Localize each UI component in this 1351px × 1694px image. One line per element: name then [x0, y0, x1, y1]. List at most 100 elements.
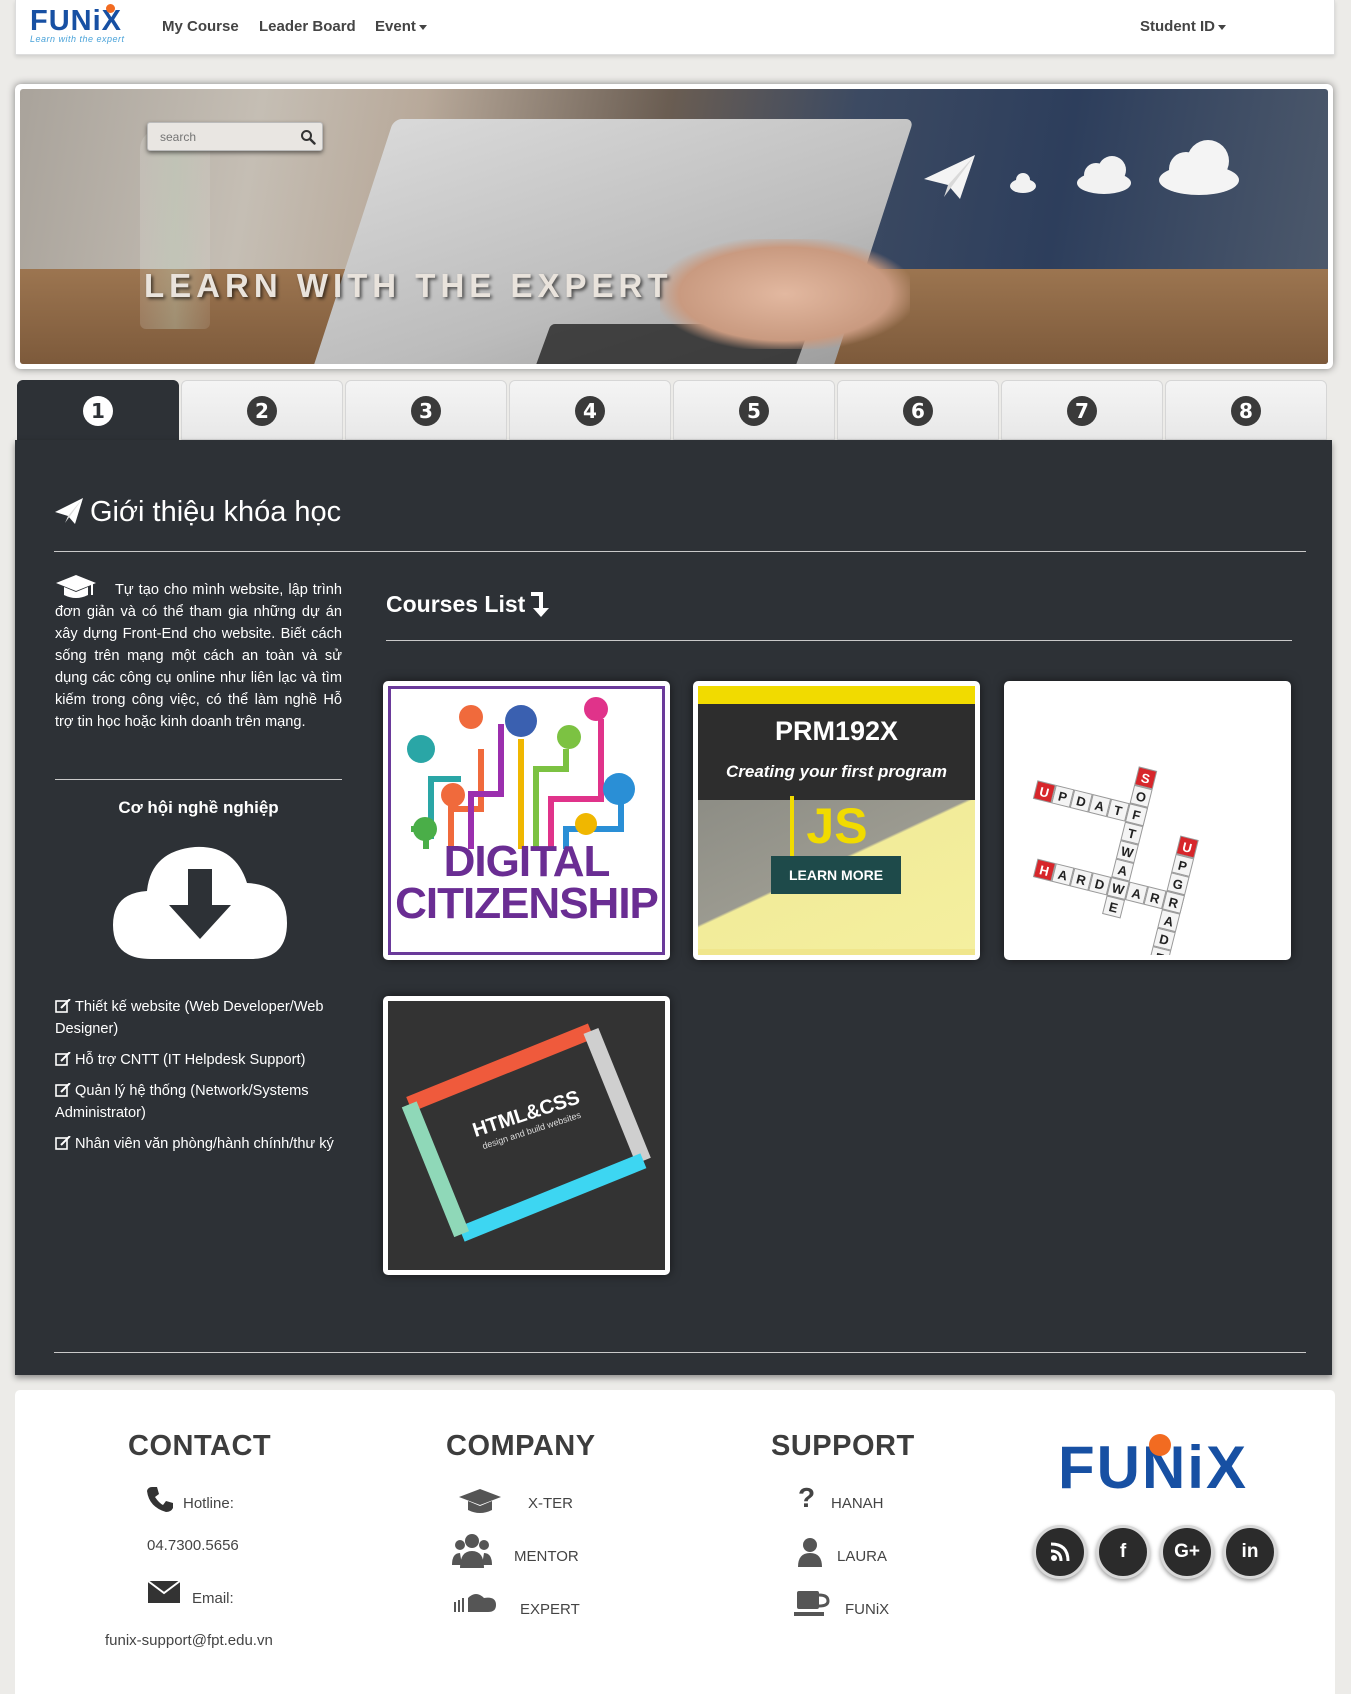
job-label: Nhân viên văn phòng/hành chính/thư ký: [75, 1136, 334, 1152]
tab-3[interactable]: 3: [345, 380, 507, 440]
support-heading: SUPPORT: [771, 1430, 915, 1462]
tab-number: 6: [903, 396, 933, 426]
contact-heading: CONTACT: [128, 1430, 272, 1462]
nav-my-course[interactable]: My Course: [162, 18, 239, 35]
support-link-hanah[interactable]: HANAH: [831, 1495, 884, 1512]
support-link-laura[interactable]: LAURA: [837, 1548, 887, 1565]
footer-logo-dot: [1149, 1434, 1171, 1456]
tab-2[interactable]: 2: [181, 380, 343, 440]
nav-student-id-label: Student ID: [1140, 18, 1215, 35]
top-navbar: FUNiX Learn with the expert My Course Le…: [15, 0, 1335, 55]
word-cube-art: UPDATESOFTWAREHARDWAREUPGRADE: [1032, 766, 1199, 955]
company-link-xter[interactable]: X-TER: [528, 1495, 573, 1512]
job-label: Hỗ trợ CNTT (IT Helpdesk Support): [75, 1052, 306, 1068]
graduation-cap-icon: [56, 575, 96, 598]
search-input[interactable]: [148, 123, 288, 150]
job-label: Thiết kế website (Web Developer/Web Desi…: [55, 999, 324, 1037]
list-item: Hỗ trợ CNTT (IT Helpdesk Support): [55, 1049, 345, 1071]
tab-number: 8: [1231, 396, 1261, 426]
divider: [386, 640, 1292, 641]
course-thumbnail: DIGITAL CITIZENSHIP: [388, 686, 665, 955]
course-card-hardware-software[interactable]: UPDATESOFTWAREHARDWAREUPGRADE: [1004, 681, 1291, 960]
company-link-expert[interactable]: EXPERT: [520, 1601, 580, 1618]
hotline-number[interactable]: 04.7300.5656: [147, 1537, 239, 1554]
brand-logo[interactable]: FUNiX Learn with the expert: [30, 4, 145, 51]
google-plus-icon[interactable]: G+: [1160, 1525, 1214, 1579]
tab-6[interactable]: 6: [837, 380, 999, 440]
cloud-icon: [1010, 173, 1036, 193]
tab-number: 5: [739, 396, 769, 426]
paper-plane-icon: [924, 155, 975, 199]
envelope-icon: [147, 1580, 181, 1603]
hotline-label: Hotline:: [183, 1495, 234, 1512]
email-address[interactable]: funix-support@fpt.edu.vn: [105, 1632, 273, 1649]
list-item: Thiết kế website (Web Developer/Web Desi…: [55, 996, 345, 1040]
divider: [54, 551, 1306, 552]
course-panel: Giới thiệu khóa học Tự tạo cho mình webs…: [15, 440, 1332, 1375]
phone-icon: [147, 1487, 173, 1512]
intro-paragraph: Tự tạo cho mình website, lập trình đơn g…: [55, 575, 342, 733]
tab-number: 2: [247, 396, 277, 426]
tab-4[interactable]: 4: [509, 380, 671, 440]
company-heading: COMPANY: [446, 1430, 596, 1462]
edit-icon: [55, 1136, 71, 1150]
course-code: PRM192X: [774, 716, 899, 746]
tab-number: 3: [411, 396, 441, 426]
hero-banner: LEARN WITH THE EXPERT: [15, 84, 1333, 369]
edit-icon: [55, 1052, 71, 1066]
career-list: Thiết kế website (Web Developer/Web Desi…: [55, 996, 345, 1164]
intro-text: Tự tạo cho mình website, lập trình đơn g…: [55, 582, 342, 730]
course-thumbnail: HTML&CSS design and build websites: [388, 1001, 665, 1270]
cloud-icon: [1077, 156, 1131, 194]
company-link-mentor[interactable]: MENTOR: [514, 1548, 579, 1565]
search-icon[interactable]: [300, 129, 316, 145]
learn-more-button[interactable]: LEARN MORE: [771, 856, 901, 894]
course-image-line: CITIZENSHIP: [395, 879, 659, 928]
nav-event-dropdown[interactable]: Event: [375, 18, 427, 35]
yellow-stripe: [698, 686, 975, 704]
users-icon: [452, 1534, 492, 1568]
hands-decor: [660, 239, 910, 349]
course-card-prm192x[interactable]: PRM192X Creating your first program JS L…: [693, 681, 980, 960]
edit-icon: [55, 1083, 71, 1097]
brand-dot: [106, 4, 115, 13]
list-item: Quản lý hệ thống (Network/Systems Admini…: [55, 1080, 345, 1124]
email-label: Email:: [192, 1590, 234, 1607]
course-tabs: 1 2 3 4 5 6 7 8: [17, 380, 1332, 442]
section-title: Giới thiệu khóa học: [54, 496, 341, 529]
courses-list-title-text: Courses List: [386, 591, 526, 617]
course-card-digital-citizenship[interactable]: DIGITAL CITIZENSHIP: [383, 681, 670, 960]
tab-1[interactable]: 1: [17, 380, 179, 442]
divider: [55, 779, 342, 780]
tab-8[interactable]: 8: [1165, 380, 1327, 440]
divider: [54, 1352, 1306, 1353]
cloud-download-icon[interactable]: [111, 833, 289, 961]
arrow-down-icon: [531, 592, 550, 617]
courses-list-title: Courses List: [386, 590, 550, 618]
chevron-down-icon: [1218, 24, 1226, 30]
support-link-funix[interactable]: FUNiX: [845, 1601, 889, 1618]
facebook-icon[interactable]: f: [1096, 1525, 1150, 1579]
coffee-icon: [794, 1591, 830, 1616]
user-icon: [798, 1538, 822, 1567]
digital-citizenship-text: DIGITAL CITIZENSHIP: [391, 840, 662, 928]
tab-7[interactable]: 7: [1001, 380, 1163, 440]
banner-title: LEARN WITH THE EXPERT: [144, 267, 673, 304]
tab-number: 7: [1067, 396, 1097, 426]
linkedin-icon[interactable]: in: [1223, 1525, 1277, 1579]
soundcloud-icon: [454, 1594, 496, 1612]
footer: CONTACT Hotline: 04.7300.5656 Email: fun…: [15, 1390, 1335, 1694]
job-label: Quản lý hệ thống (Network/Systems Admini…: [55, 1083, 309, 1121]
list-item: Nhân viên văn phòng/hành chính/thư ký: [55, 1133, 345, 1155]
rss-icon[interactable]: [1033, 1525, 1087, 1579]
career-title: Cơ hội nghề nghiệp: [118, 798, 279, 817]
course-thumbnail: UPDATESOFTWAREHARDWAREUPGRADE: [1009, 686, 1286, 955]
question-icon: ?: [798, 1482, 816, 1513]
nav-leader-board[interactable]: Leader Board: [259, 18, 356, 35]
nav-student-id-dropdown[interactable]: Student ID: [1140, 18, 1226, 35]
tab-5[interactable]: 5: [673, 380, 835, 440]
js-badge: JS: [790, 796, 880, 856]
course-card-html-css[interactable]: HTML&CSS design and build websites: [383, 996, 670, 1275]
graduation-cap-icon: [459, 1489, 501, 1513]
paper-plane-icon: [55, 498, 83, 524]
